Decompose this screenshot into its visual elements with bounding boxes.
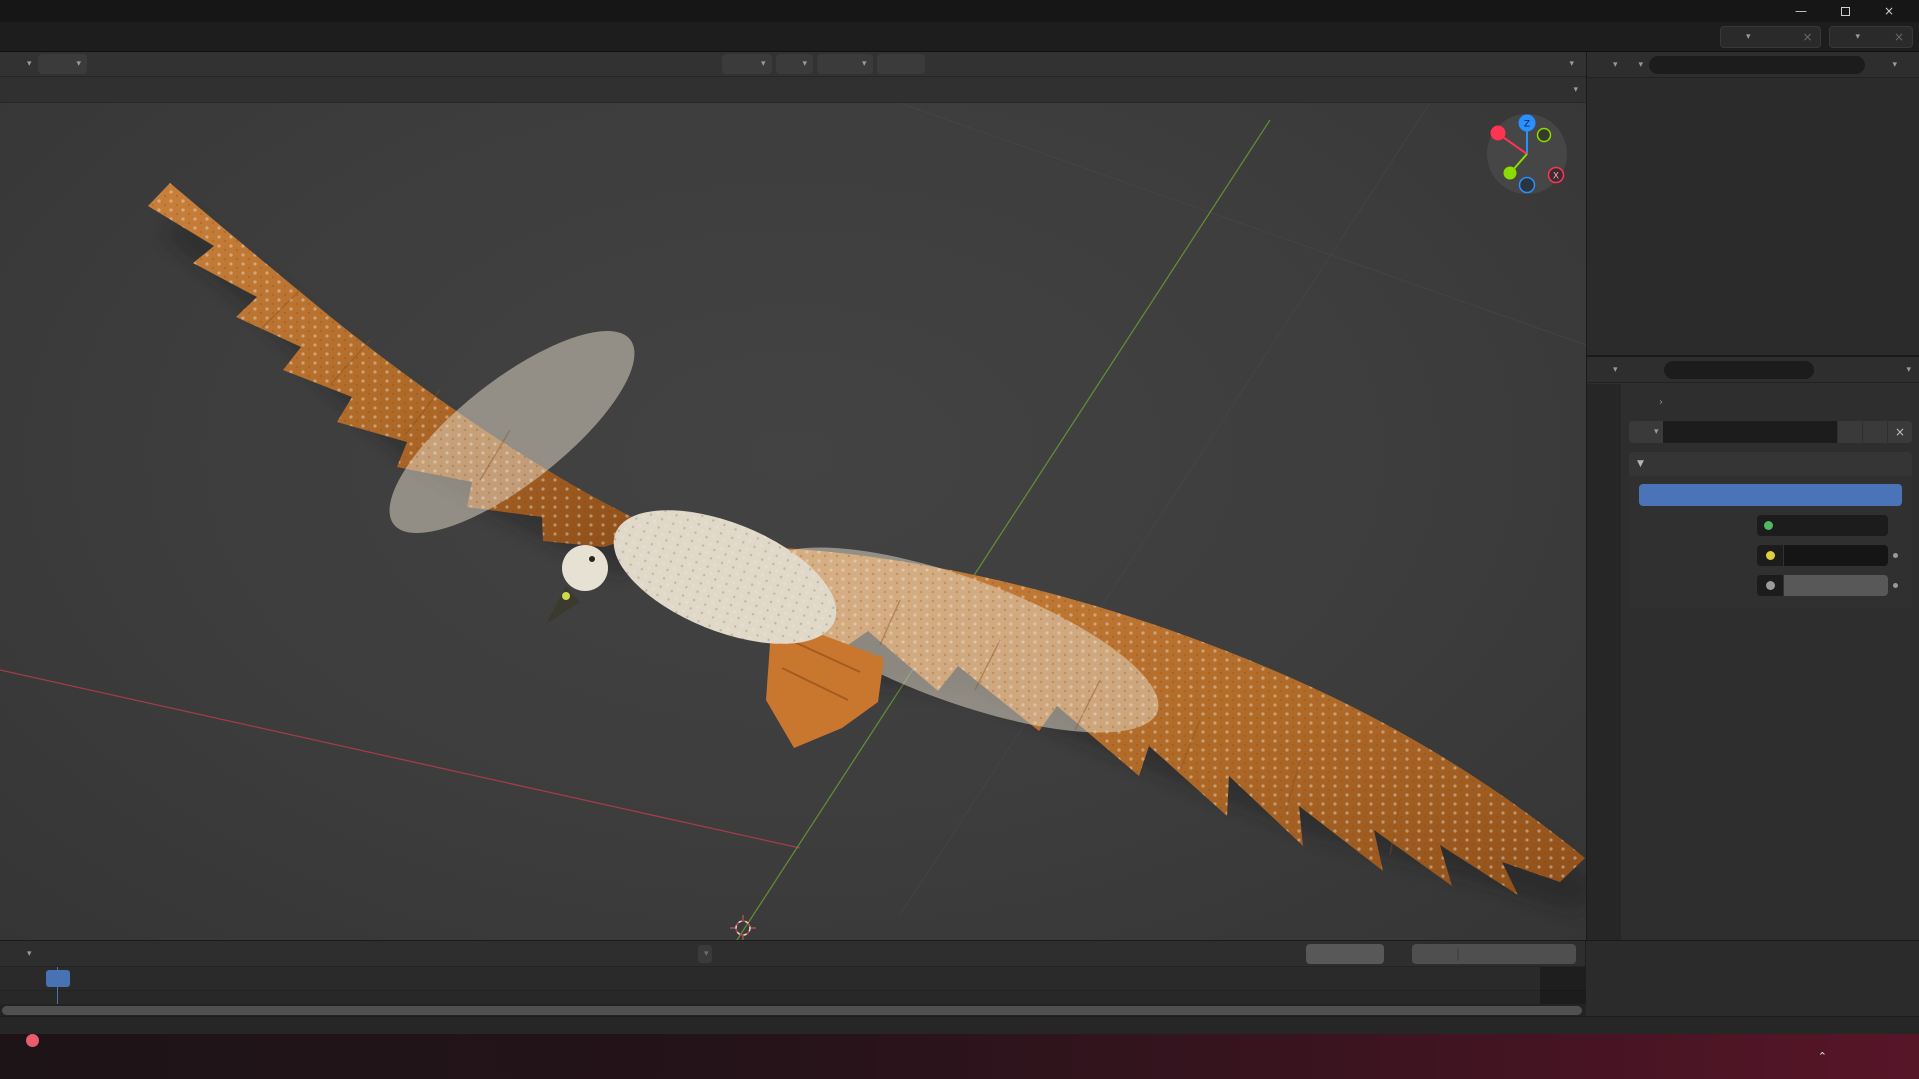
new-view-layer-icon[interactable] bbox=[1872, 28, 1890, 46]
object-mode-icon bbox=[44, 55, 62, 73]
tray-chevron-icon[interactable]: ⌃ bbox=[1818, 1050, 1827, 1063]
scene-icon bbox=[1725, 28, 1743, 46]
maximize-button[interactable] bbox=[1823, 0, 1867, 22]
svg-text:X: X bbox=[1553, 172, 1559, 182]
current-frame-marker[interactable] bbox=[46, 970, 70, 987]
falloff-icon bbox=[901, 55, 919, 73]
mode-selector[interactable]: ▾ bbox=[37, 54, 88, 74]
color-swatch-field[interactable] bbox=[1784, 545, 1888, 566]
outliner-search-input[interactable] bbox=[1649, 55, 1866, 74]
proportional-editing[interactable] bbox=[876, 54, 925, 74]
breadcrumb: › bbox=[1629, 390, 1912, 414]
notification-badge bbox=[26, 1034, 39, 1047]
world-name-field[interactable] bbox=[1662, 421, 1837, 443]
magnet-icon bbox=[823, 55, 841, 73]
transform-orientation[interactable]: ▾ bbox=[721, 54, 772, 74]
strength-field[interactable] bbox=[1784, 575, 1888, 596]
current-frame-field[interactable] bbox=[1306, 944, 1384, 964]
view-layer-icon bbox=[1834, 28, 1852, 46]
blender-window: — × ▾ × ▾ × ▾ ▾ ▾ ▾ ▾ ▾ ▾ Z X ▾ ▾ ▾ ▾ ▾ … bbox=[0, 0, 1919, 1079]
blender-logo-icon bbox=[8, 2, 26, 20]
world-datablock-row: ▾ × bbox=[1629, 420, 1912, 444]
frame-range-fields[interactable]: | bbox=[1412, 944, 1576, 964]
color-socket[interactable] bbox=[1757, 545, 1783, 566]
browse-world-button[interactable]: ▾ bbox=[1629, 421, 1663, 443]
unlink-world-button[interactable]: × bbox=[1888, 421, 1912, 443]
snap-target-icon bbox=[841, 55, 859, 73]
new-world-button[interactable] bbox=[1863, 421, 1887, 443]
snapping[interactable]: ▾ bbox=[817, 54, 873, 74]
new-collection-icon[interactable] bbox=[1897, 56, 1915, 74]
timeline-ruler[interactable] bbox=[0, 967, 1586, 991]
outliner-filter-icon[interactable] bbox=[1871, 56, 1889, 74]
auto-keying-button[interactable]: ▾ bbox=[698, 945, 712, 963]
surface-panel-header[interactable]: ▼ bbox=[1629, 452, 1912, 476]
close-button[interactable]: × bbox=[1867, 0, 1911, 22]
orientation-icon bbox=[728, 55, 746, 73]
pivot-icon bbox=[782, 55, 800, 73]
delete-scene-icon[interactable]: × bbox=[1798, 28, 1816, 46]
gizmo-y-axis bbox=[1503, 166, 1517, 180]
gizmo-x-neg-axis bbox=[1490, 125, 1506, 141]
animate-strength-dot[interactable] bbox=[1888, 583, 1902, 588]
timeline-editor-icon[interactable] bbox=[6, 945, 24, 963]
editor-type-icon[interactable] bbox=[6, 55, 24, 73]
use-nodes-button[interactable] bbox=[1639, 484, 1902, 506]
surface-panel: ▼ bbox=[1629, 452, 1912, 608]
gizmo-y-neg-axis bbox=[1536, 127, 1552, 143]
blender-menu-icon[interactable] bbox=[6, 28, 24, 46]
windows-taskbar: ⌃ bbox=[0, 1034, 1919, 1079]
viewport-canvas[interactable]: Z X bbox=[0, 103, 1586, 940]
properties-tab-column bbox=[1587, 384, 1621, 940]
status-bar bbox=[0, 1016, 1919, 1034]
fake-user-button[interactable] bbox=[1838, 421, 1862, 443]
properties-editor-icon[interactable] bbox=[1592, 361, 1610, 379]
outliner-filter-view-icon[interactable] bbox=[1618, 56, 1636, 74]
minimize-button[interactable]: — bbox=[1779, 0, 1823, 22]
tool-settings-bar: ▾ bbox=[0, 77, 1586, 103]
title-bar: — × bbox=[0, 0, 1919, 22]
bird-model bbox=[148, 183, 1585, 895]
right-panel-column: ▾ ▾ ▾ ▾ ▾ › ▾ × ▼ bbox=[1586, 52, 1919, 940]
scene-3d bbox=[0, 103, 1586, 940]
x-axis-line bbox=[0, 669, 801, 849]
proportional-icon bbox=[883, 55, 901, 73]
delete-view-layer-icon[interactable]: × bbox=[1890, 28, 1908, 46]
view-layer-selector[interactable]: ▾ × bbox=[1829, 25, 1913, 48]
outliner-display-mode-icon[interactable] bbox=[1592, 56, 1610, 74]
world-icon bbox=[1670, 393, 1688, 411]
pin-id-icon[interactable] bbox=[1894, 393, 1912, 411]
properties-editor: ▾ ▾ › ▾ × ▼ bbox=[1587, 355, 1919, 940]
surface-shader-dropdown[interactable] bbox=[1757, 515, 1888, 536]
top-bar: ▾ × ▾ × bbox=[0, 22, 1919, 52]
pivot-point[interactable]: ▾ bbox=[775, 54, 814, 74]
strength-socket[interactable] bbox=[1757, 575, 1783, 596]
new-scene-icon[interactable] bbox=[1780, 28, 1798, 46]
viewport-header: ▾ ▾ ▾ ▾ ▾ ▾ bbox=[0, 52, 1586, 77]
options-dropdown[interactable]: ▾ bbox=[1570, 85, 1578, 95]
navigation-gizmo[interactable]: Z X bbox=[1484, 111, 1570, 197]
world-icon bbox=[1633, 423, 1651, 441]
gizmo-z-neg-axis bbox=[1518, 176, 1536, 194]
cursor-3d bbox=[730, 915, 756, 940]
properties-search-input[interactable] bbox=[1663, 360, 1814, 379]
scene-selector[interactable]: ▾ × bbox=[1719, 25, 1822, 48]
timeline-keyframe-band[interactable] bbox=[0, 991, 1586, 1004]
pin-icon[interactable] bbox=[1762, 28, 1780, 46]
outliner-editor: ▾ ▾ ▾ bbox=[1587, 52, 1919, 355]
scene-icon bbox=[1629, 393, 1647, 411]
add-workspace-button[interactable] bbox=[39, 33, 59, 41]
timeline-editor: ▾ ▾ | bbox=[0, 940, 1919, 1017]
animate-color-dot[interactable] bbox=[1888, 553, 1902, 558]
system-tray: ⌃ bbox=[1818, 1034, 1911, 1079]
svg-text:Z: Z bbox=[1524, 120, 1530, 130]
